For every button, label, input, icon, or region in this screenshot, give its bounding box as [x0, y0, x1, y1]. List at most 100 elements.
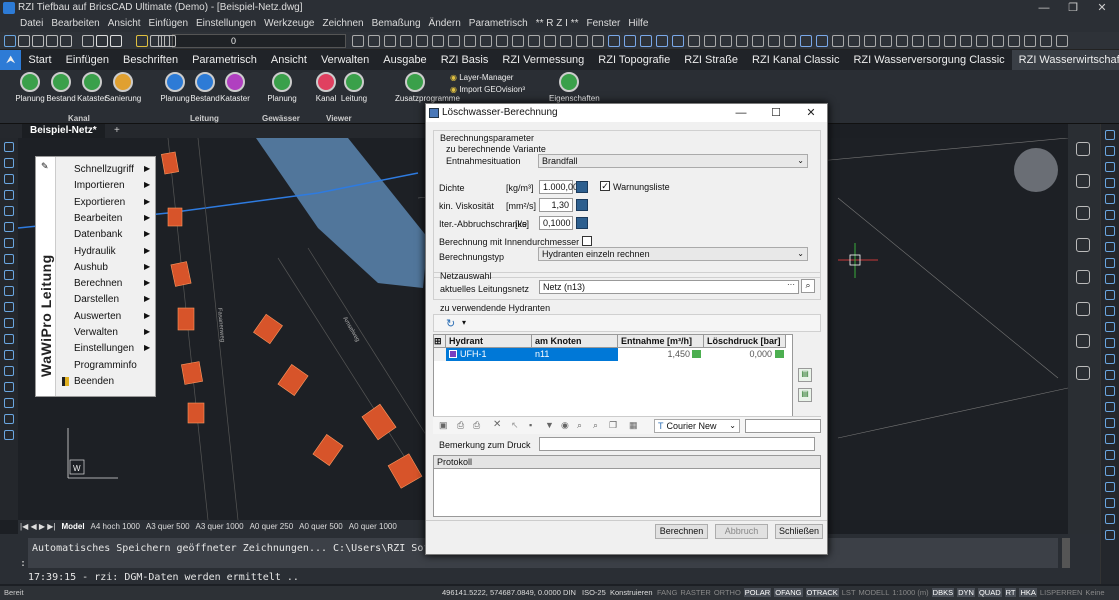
layers-icon[interactable]	[1076, 206, 1090, 220]
function-icon[interactable]	[1076, 302, 1090, 316]
navigation-cube[interactable]	[1014, 148, 1058, 192]
delete-icon[interactable]: ✕	[493, 419, 501, 430]
table-row[interactable]: UFH-1 n11 1,450 0,000	[434, 348, 786, 361]
menu-4[interactable]: Einstellungen	[196, 18, 256, 29]
toolbar-icon[interactable]	[32, 35, 44, 47]
status-toggle-8[interactable]: 1:1000 (m)	[892, 588, 928, 597]
menu-11[interactable]: Fenster	[586, 18, 620, 29]
restore-button[interactable]: ❐	[1058, 0, 1088, 16]
modify-tool-icon[interactable]	[1105, 146, 1115, 156]
draw-tool-icon[interactable]	[4, 158, 14, 168]
hatch-icon[interactable]	[1076, 270, 1090, 284]
toolbar-icon[interactable]	[480, 35, 492, 47]
status-mode[interactable]: Konstruieren	[610, 586, 653, 600]
draw-tool-icon[interactable]	[4, 414, 14, 424]
modify-tool-icon[interactable]	[1105, 194, 1115, 204]
menu-item-einstellungen[interactable]: Einstellungen ▶	[74, 343, 150, 354]
modify-tool-icon[interactable]	[1105, 226, 1115, 236]
layout-tab-6[interactable]: A0 quer 1000	[349, 522, 397, 531]
col-hydrant[interactable]: Hydrant	[446, 335, 532, 348]
toolbar-icon[interactable]	[400, 35, 412, 47]
draw-tool-icon[interactable]	[4, 398, 14, 408]
layer-manager-button[interactable]: ◉ Layer-Manager	[450, 73, 513, 82]
toolbar-icon[interactable]	[768, 35, 780, 47]
ribbon-tab-2[interactable]: Beschriften	[116, 50, 185, 70]
zusatz-button-0[interactable]: Zusatzprogramme	[395, 72, 460, 103]
netz-pick-icon[interactable]: ⌕	[801, 279, 815, 293]
berechnen-button[interactable]: Berechnen	[655, 524, 708, 539]
ribbon-tab-11[interactable]: RZI Kanal Classic	[745, 50, 846, 70]
draw-tool-icon[interactable]	[4, 382, 14, 392]
modify-tool-icon[interactable]	[1105, 242, 1115, 252]
menu-7[interactable]: Bemaßung	[372, 18, 421, 29]
layer-combo[interactable]: 0	[172, 34, 346, 48]
toolbar-icon[interactable]	[544, 35, 556, 47]
draw-tool-icon[interactable]	[4, 142, 14, 152]
modify-tool-icon[interactable]	[1105, 498, 1115, 508]
toolbar-icon[interactable]	[136, 35, 148, 47]
layout-nav-arrows[interactable]: |◀ ◀ ▶ ▶|	[20, 522, 55, 531]
ribbon-tab-8[interactable]: RZI Vermessung	[495, 50, 591, 70]
innendurchmesser-checkbox[interactable]	[582, 236, 592, 246]
menu-item-programminfo[interactable]: Programminfo	[74, 360, 137, 371]
toolbar-icon[interactable]	[384, 35, 396, 47]
modify-tool-icon[interactable]	[1105, 418, 1115, 428]
toolbar-icon[interactable]	[992, 35, 1004, 47]
draw-tool-icon[interactable]	[4, 190, 14, 200]
toolbar-icon[interactable]	[46, 35, 58, 47]
protokoll-panel[interactable]: Protokoll	[433, 455, 821, 517]
draw-tool-icon[interactable]	[4, 254, 14, 264]
menu-item-hydraulik[interactable]: Hydraulik ▶	[74, 246, 150, 257]
modify-tool-icon[interactable]	[1105, 434, 1115, 444]
menu-10[interactable]: ** R Z I **	[536, 18, 579, 29]
save-icon[interactable]: ▣	[439, 420, 448, 431]
toolbar-icon[interactable]	[800, 35, 812, 47]
status-toggle-3[interactable]: POLAR	[743, 588, 772, 597]
modify-tool-icon[interactable]	[1105, 530, 1115, 540]
modify-tool-icon[interactable]	[1105, 354, 1115, 364]
ribbon-tab-6[interactable]: Ausgabe	[376, 50, 433, 70]
toolbar-icon[interactable]	[1024, 35, 1036, 47]
toolbar-icon[interactable]	[928, 35, 940, 47]
draw-tool-icon[interactable]	[4, 270, 14, 280]
col-loeschdruck[interactable]: Löschdruck [bar]	[704, 335, 786, 348]
toolbar-icon[interactable]	[944, 35, 956, 47]
font-combo[interactable]: T Courier New ⌄	[654, 419, 740, 433]
modify-tool-icon[interactable]	[1105, 178, 1115, 188]
remove-hydrant-icon[interactable]: ▤	[798, 388, 812, 402]
menu-item-auswerten[interactable]: Auswerten ▶	[74, 311, 150, 322]
modify-tool-icon[interactable]	[1105, 322, 1115, 332]
layout-tab-3[interactable]: A3 quer 1000	[196, 522, 244, 531]
bemerkung-field[interactable]	[539, 437, 815, 451]
toolbar-icon[interactable]	[848, 35, 860, 47]
netz-browse-button[interactable]: ···	[787, 280, 795, 289]
minimize-button[interactable]: —	[1029, 0, 1059, 16]
dialog-close-button[interactable]: ✕	[796, 104, 826, 122]
modify-tool-icon[interactable]	[1105, 258, 1115, 268]
col-knoten[interactable]: am Knoten	[532, 335, 618, 348]
print-icon[interactable]: ⎙	[457, 420, 464, 431]
status-toggle-7[interactable]: MODELL	[859, 588, 890, 597]
layout-tab-5[interactable]: A0 quer 500	[299, 522, 343, 531]
doc-tab-beispiel-netz[interactable]: Beispiel-Netz*	[22, 124, 105, 138]
draw-tool-icon[interactable]	[4, 222, 14, 232]
viskositaet-field[interactable]: 1,30	[539, 198, 573, 212]
draw-tool-icon[interactable]	[4, 286, 14, 296]
toolbar-icon[interactable]	[720, 35, 732, 47]
copy-icon[interactable]: ❐	[609, 420, 617, 431]
status-toggle-2[interactable]: ORTHO	[714, 588, 741, 597]
viewer-button-1[interactable]: Leitung	[334, 72, 374, 103]
menu-item-aushub[interactable]: Aushub ▶	[74, 262, 150, 273]
menu-item-schnellzugriff[interactable]: Schnellzugriff ▶	[74, 164, 150, 175]
dialog-maximize-button[interactable]: ☐	[761, 104, 791, 122]
netz-field[interactable]: Netz (n13)	[539, 280, 799, 294]
modify-tool-icon[interactable]	[1105, 514, 1115, 524]
iter-calc-icon[interactable]	[576, 217, 588, 229]
import-button[interactable]: ◉ Import GEOvision³	[450, 85, 525, 94]
leitung-button-2[interactable]: Kataster	[215, 72, 255, 103]
menu-item-berechnen[interactable]: Berechnen ▶	[74, 278, 150, 289]
modify-tool-icon[interactable]	[1105, 306, 1115, 316]
draw-tool-icon[interactable]	[4, 334, 14, 344]
eye-icon[interactable]: ◉	[561, 420, 569, 431]
toolbar-icon[interactable]	[416, 35, 428, 47]
